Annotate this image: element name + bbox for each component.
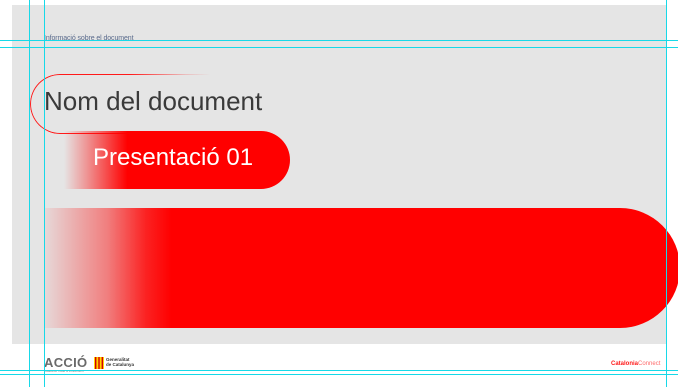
horizontal-guide[interactable]: [0, 374, 678, 375]
gencat-line-2: de Catalunya: [106, 362, 135, 367]
horizontal-guide[interactable]: [0, 47, 678, 48]
vertical-guide[interactable]: [44, 0, 45, 387]
vertical-guide[interactable]: [666, 0, 667, 387]
catalonia-brand-suffix: Connect: [638, 361, 661, 367]
horizontal-guide[interactable]: [0, 370, 678, 371]
gencat-logo-text: Generalitat de Catalunya: [106, 357, 134, 367]
document-title[interactable]: Nom del document: [44, 86, 262, 117]
vertical-guide[interactable]: [29, 0, 30, 387]
accio-logo: ACCIÓ: [44, 355, 88, 370]
catalonia-connect-logo: CataloniaConnect: [611, 361, 660, 367]
presentation-title[interactable]: Presentació 01: [93, 144, 253, 172]
catalonia-brand: Catalonia: [611, 361, 639, 367]
red-band-shape[interactable]: [44, 208, 678, 328]
gencat-flag-icon: [94, 357, 104, 369]
horizontal-guide[interactable]: [0, 40, 678, 41]
